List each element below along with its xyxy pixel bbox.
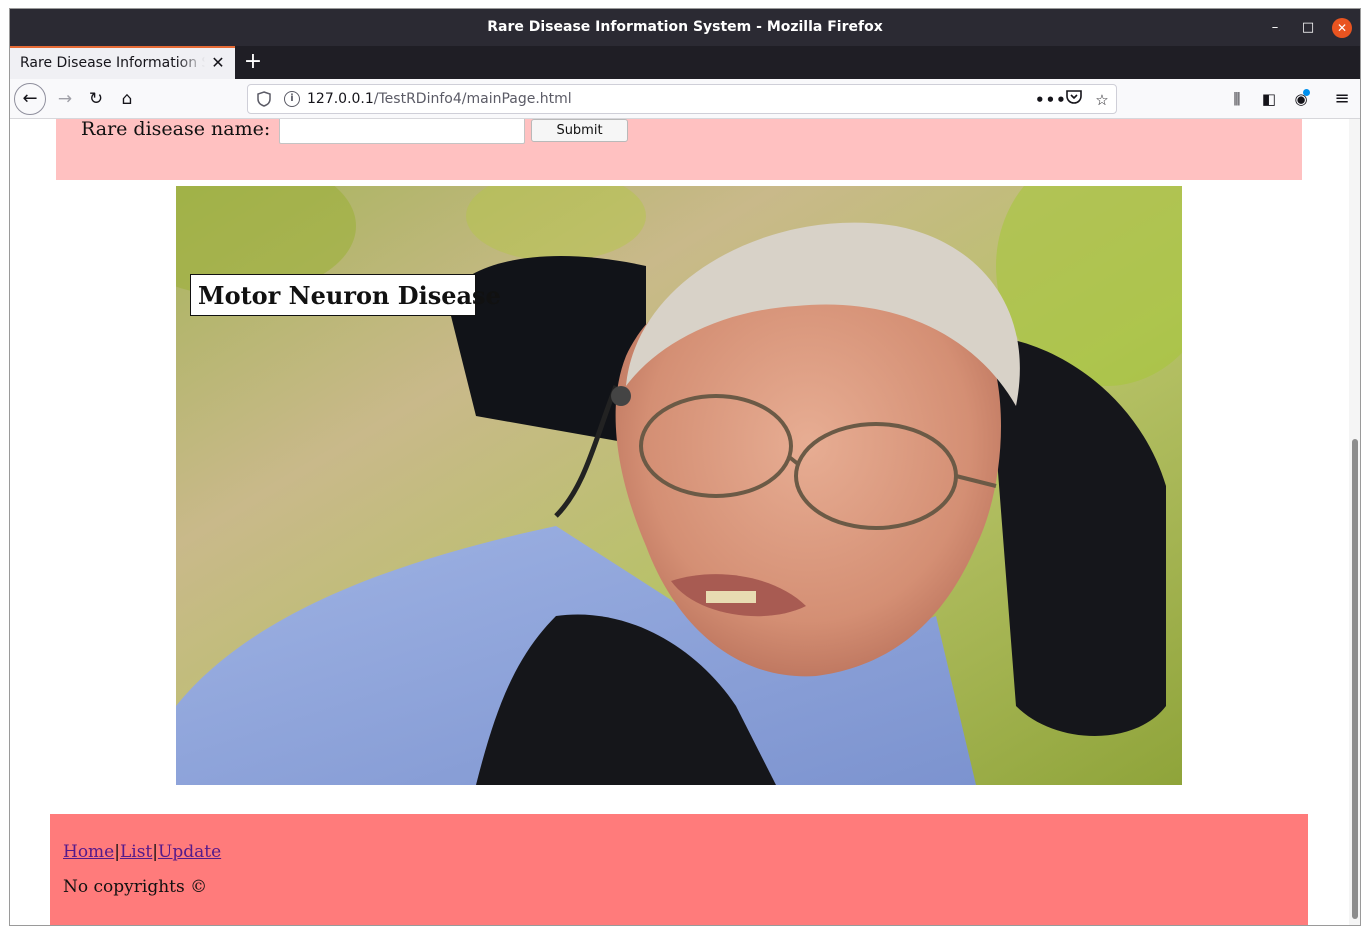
menu-icon[interactable]: ≡ [1328,85,1356,113]
page-footer: Home|List|Update No copyrights © [50,814,1308,925]
tab-label: Rare Disease Information System [20,55,205,71]
search-bar-section: Rare disease name: Submit [56,119,1302,180]
maximize-icon[interactable]: □ [1298,18,1318,38]
tab-strip: Rare Disease Information System ✕ + [10,46,1360,79]
tracking-shield-icon[interactable] [256,91,272,107]
new-tab-icon[interactable]: + [241,49,265,75]
site-info-icon[interactable]: i [284,91,300,107]
disease-caption: Motor Neuron Disease [198,281,501,310]
notification-dot [1303,89,1310,96]
url-text[interactable]: 127.0.0.1/TestRDinfo4/mainPage.html [307,91,572,107]
hero-image: Motor Neuron Disease [176,186,1182,785]
reload-icon[interactable]: ↻ [82,85,110,113]
bookmark-star-icon[interactable]: ☆ [1091,89,1113,111]
forward-icon[interactable]: → [51,85,79,113]
tab-close-icon[interactable]: ✕ [209,53,227,73]
url-host: 127.0.0.1 [307,91,374,107]
title-bar: Rare Disease Information System - Mozill… [10,9,1360,46]
close-window-icon[interactable]: ✕ [1332,18,1352,38]
navigation-toolbar: ← → ↻ ⌂ i 127.0.0.1/TestRDinfo4/mainPage… [10,79,1360,119]
pocket-icon[interactable] [1063,89,1085,111]
window-title: Rare Disease Information System - Mozill… [487,19,883,35]
url-bar[interactable]: i 127.0.0.1/TestRDinfo4/mainPage.html ••… [247,84,1117,114]
page-viewport: Rare disease name: Submit Motor Neuron D… [10,119,1360,925]
url-path: /TestRDinfo4/mainPage.html [373,91,572,107]
footer-nav: Home|List|Update [63,842,221,862]
disease-caption-box: Motor Neuron Disease [190,274,501,316]
copyright-text: No copyrights © [63,877,208,897]
submit-button[interactable]: Submit [531,119,628,142]
footer-link-list[interactable]: List [120,842,152,862]
scrollbar-thumb[interactable] [1352,439,1358,919]
page-actions-icon[interactable]: ••• [1035,89,1066,111]
sidebar-icon[interactable]: ◧ [1255,85,1283,113]
vertical-scrollbar[interactable] [1349,119,1360,925]
minimize-icon[interactable]: – [1265,18,1285,38]
back-icon[interactable]: ← [14,83,46,115]
home-icon[interactable]: ⌂ [113,85,141,113]
tab-rare-disease[interactable]: Rare Disease Information System ✕ [10,46,235,79]
footer-link-home[interactable]: Home [63,842,114,862]
browser-window: Rare Disease Information System - Mozill… [9,8,1361,926]
disease-name-input[interactable] [279,119,525,144]
footer-link-update[interactable]: Update [158,842,221,862]
search-label: Rare disease name: [81,119,271,140]
account-icon[interactable]: ◉ [1287,85,1315,113]
library-icon[interactable]: ⫼ [1223,85,1251,113]
